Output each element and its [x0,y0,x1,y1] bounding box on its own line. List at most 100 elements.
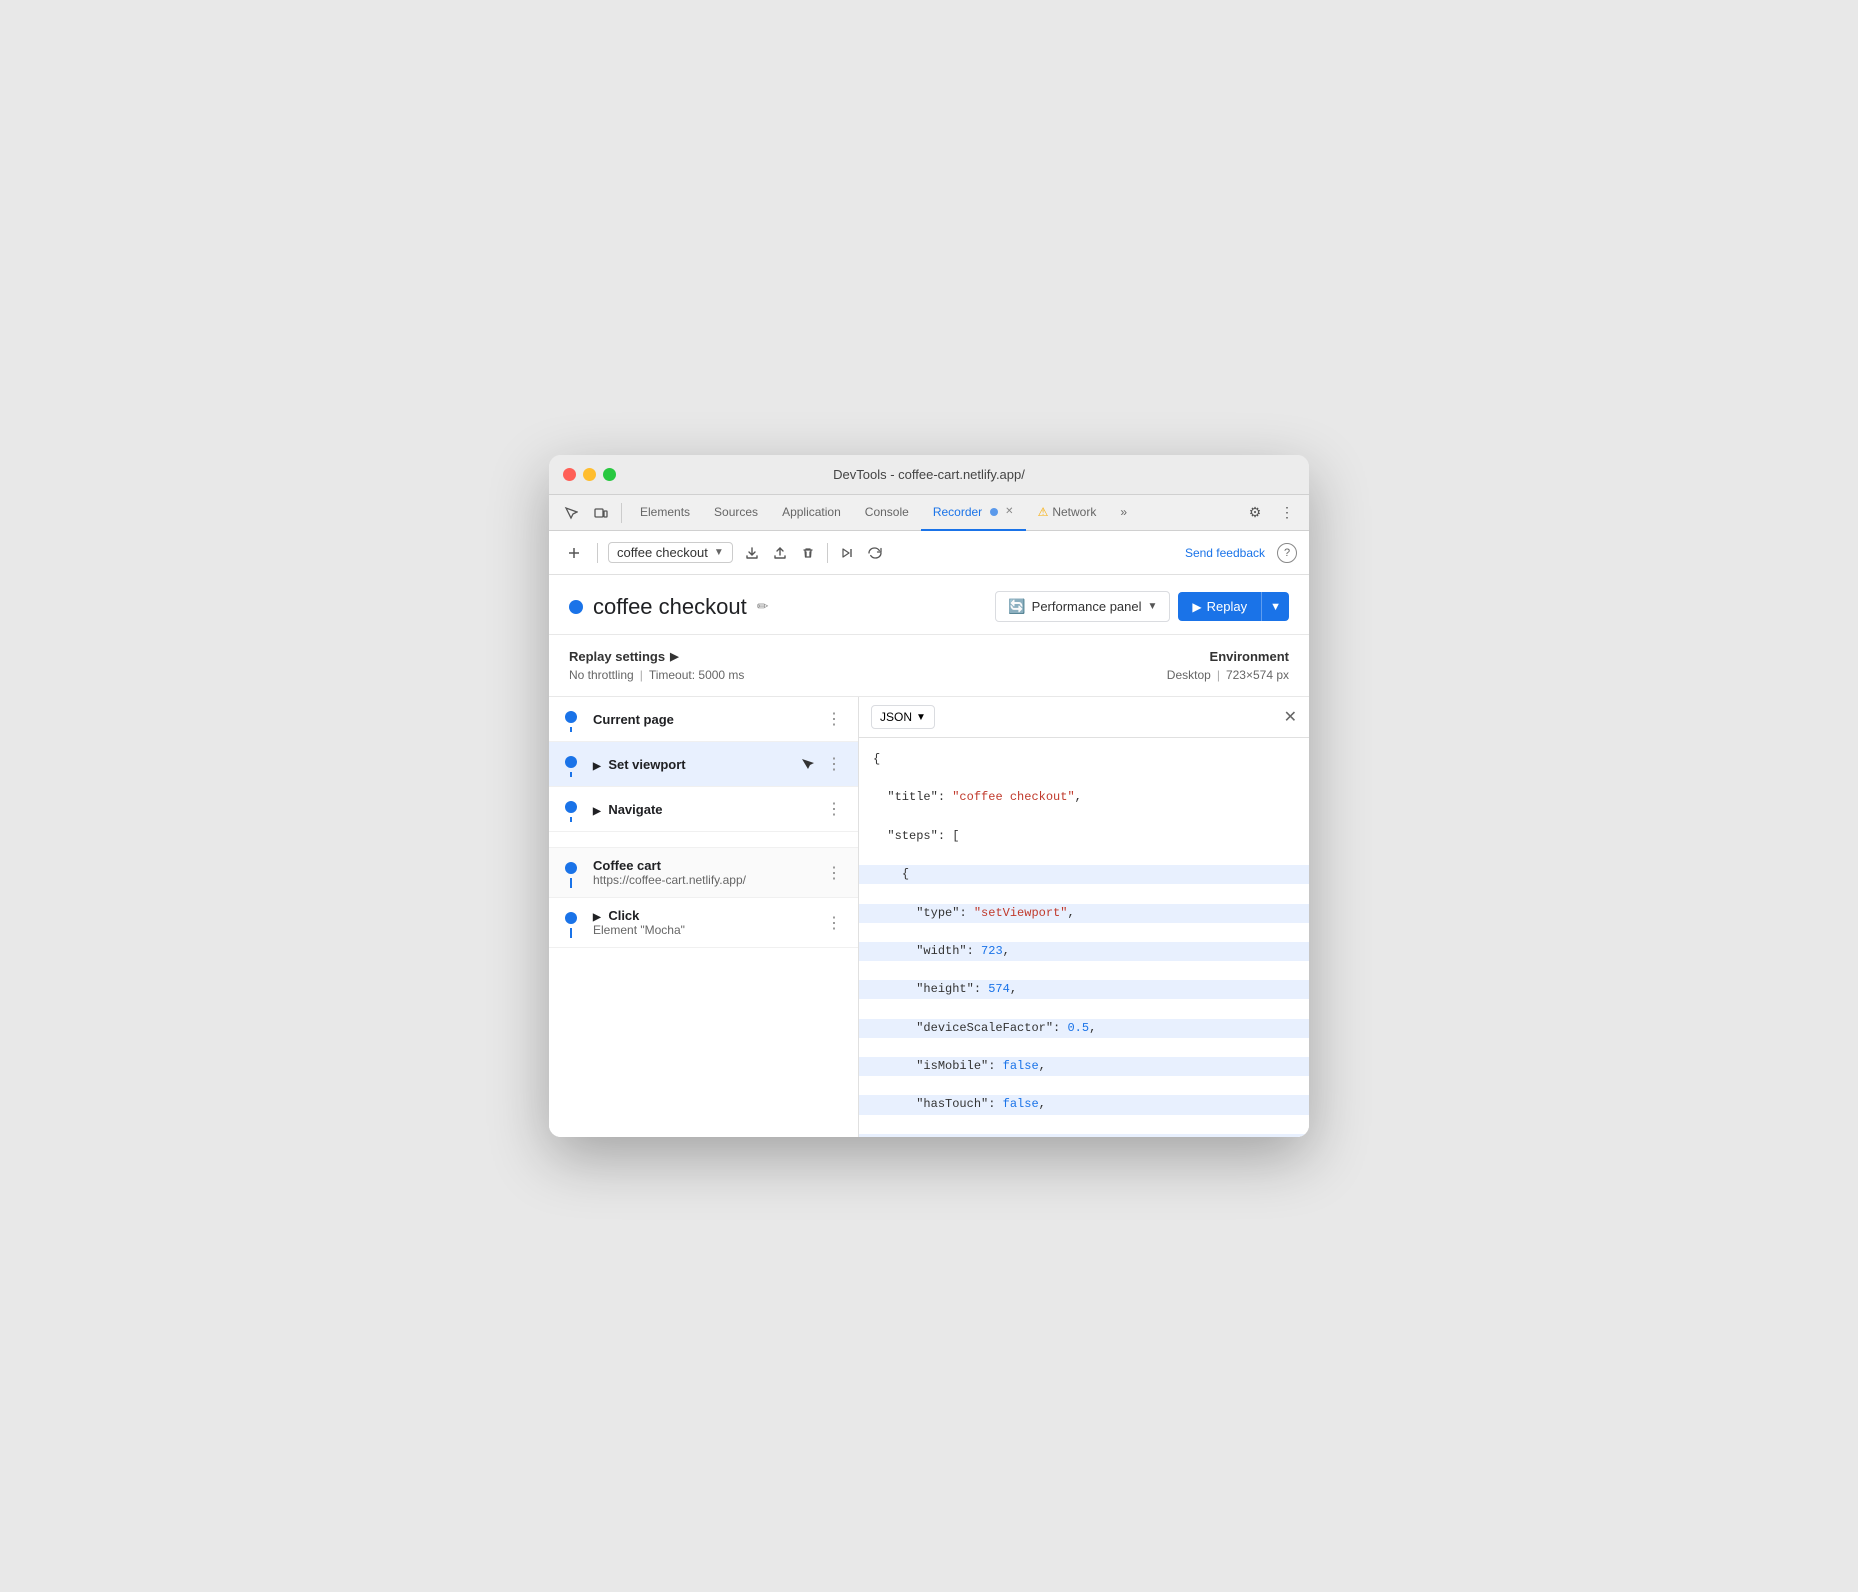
help-icon[interactable]: ? [1277,543,1297,563]
step-more-set-viewport[interactable]: ⋮ [822,752,846,776]
json-panel-close[interactable]: ✕ [1284,707,1297,727]
step-dot-current-page [565,711,577,723]
recording-status-dot [569,600,583,614]
replay-settings-left: Replay settings ▶ No throttling | Timeou… [569,649,744,682]
tabs-list: Elements Sources Application Console Rec… [628,495,1239,530]
environment-section: Environment Desktop | 723×574 px [1167,649,1289,682]
step-line-set-viewport [570,772,572,777]
tab-recorder-close[interactable]: ✕ [1005,506,1013,517]
traffic-lights [563,468,616,481]
minimize-button[interactable] [583,468,596,481]
step-spacer [549,832,858,848]
tab-network[interactable]: ⚠ Network [1026,495,1109,531]
recording-name-dropdown[interactable]: coffee checkout ▼ [608,542,733,563]
settings-icon[interactable]: ⚙ [1241,499,1269,527]
add-recording-button[interactable] [561,540,587,566]
replay-settings-title: Replay settings ▶ [569,649,744,664]
step-connector-set-viewport [549,752,593,776]
import-icon[interactable] [767,540,793,566]
close-button[interactable] [563,468,576,481]
fullscreen-button[interactable] [603,468,616,481]
titlebar: DevTools - coffee-cart.netlify.app/ [549,455,1309,495]
performance-panel-button[interactable]: 🔄 Performance panel ▼ [995,591,1170,622]
send-feedback-link[interactable]: Send feedback [1185,546,1265,560]
selected-recording-name: coffee checkout [617,545,708,560]
tab-elements[interactable]: Elements [628,495,702,531]
step-expand-icon-click[interactable]: ▶ [593,912,601,923]
tab-console[interactable]: Console [853,495,921,531]
devtools-tabs-bar: Elements Sources Application Console Rec… [549,495,1309,531]
step-more-navigate[interactable]: ⋮ [822,797,846,821]
dropdown-arrow-icon: ▼ [714,547,724,558]
step-connector-current-page [549,707,593,731]
json-content: { "title": "coffee checkout", "steps": [… [859,738,1309,1137]
step-current-page[interactable]: Current page ⋮ [549,697,858,742]
edit-title-icon[interactable]: ✏ [757,598,769,615]
step-expand-icon-set-viewport[interactable]: ▶ [593,761,601,772]
recorder-action-icons [739,540,888,566]
json-panel: JSON ▼ ✕ { "title": "coffee checkout", "… [859,697,1309,1137]
settings-bar: Replay settings ▶ No throttling | Timeou… [549,635,1309,697]
json-format-label: JSON [880,710,912,724]
step-click[interactable]: ▶ Click Element "Mocha" ⋮ [549,898,858,948]
step-expand-icon-navigate[interactable]: ▶ [593,806,601,817]
step-through-icon[interactable] [834,540,860,566]
recording-header: coffee checkout ✏ 🔄 Performance panel ▼ … [549,575,1309,635]
step-dot-coffee-cart [565,862,577,874]
tab-sources[interactable]: Sources [702,495,770,531]
step-content-navigate: ▶ Navigate [593,802,822,817]
step-title-click: ▶ Click [593,908,822,923]
delete-recording-icon[interactable] [795,540,821,566]
step-line-click [570,928,572,938]
step-subtitle-coffee-cart: https://coffee-cart.netlify.app/ [593,873,822,887]
step-connector-coffee-cart [549,858,593,887]
recording-title: coffee checkout [593,594,747,620]
step-title-current-page: Current page [593,712,822,727]
step-line-navigate [570,817,572,822]
env-separator: | [1217,668,1220,682]
json-format-select[interactable]: JSON ▼ [871,705,935,729]
environment-title: Environment [1167,649,1289,664]
device-toggle-icon[interactable] [587,499,615,527]
step-navigate[interactable]: ▶ Navigate ⋮ [549,787,858,832]
tab-application[interactable]: Application [770,495,853,531]
throttling-value: No throttling [569,668,634,682]
timeout-value: Timeout: 5000 ms [649,668,745,682]
step-coffee-cart-group[interactable]: Coffee cart https://coffee-cart.netlify.… [549,848,858,898]
export-icon[interactable] [739,540,765,566]
step-connector-click [549,908,593,937]
step-content-click: ▶ Click Element "Mocha" [593,908,822,937]
step-more-coffee-cart[interactable]: ⋮ [822,861,846,885]
step-content-current-page: Current page [593,712,822,727]
step-more-current-page[interactable]: ⋮ [822,707,846,731]
tab-recorder[interactable]: Recorder ✕ [921,495,1026,531]
step-subtitle-click: Element "Mocha" [593,923,822,937]
steps-panel: Current page ⋮ ▶ Set viewport [549,697,859,1137]
step-more-click[interactable]: ⋮ [822,911,846,935]
step-line-current-page [570,727,572,732]
tab-more[interactable]: » [1108,495,1139,531]
replay-label: Replay [1207,599,1247,614]
step-set-viewport[interactable]: ▶ Set viewport ⋮ [549,742,858,787]
replay-dropdown-button[interactable]: ▼ [1261,592,1289,621]
step-title-set-viewport: ▶ Set viewport [593,757,798,772]
environment-details: Desktop | 723×574 px [1167,668,1289,682]
settings-separator: | [640,668,643,682]
devtools-window: DevTools - coffee-cart.netlify.app/ Elem… [549,455,1309,1137]
header-actions: 🔄 Performance panel ▼ ▶ Replay ▼ [995,591,1289,622]
json-format-dropdown-arrow: ▼ [916,712,926,723]
env-size: 723×574 px [1226,668,1289,682]
more-options-icon[interactable]: ⋮ [1273,499,1301,527]
settings-expand-icon[interactable]: ▶ [670,650,678,663]
rec-toolbar-sep1 [597,543,598,563]
replay-continuous-icon[interactable] [862,540,888,566]
toolbar-separator [621,503,622,523]
steps-area: Current page ⋮ ▶ Set viewport [549,697,1309,1137]
step-dot-click [565,912,577,924]
replay-button[interactable]: ▶ Replay [1178,592,1261,621]
cursor-icon[interactable] [557,499,585,527]
recorder-toolbar: coffee checkout ▼ [549,531,1309,575]
performance-panel-label: Performance panel [1032,599,1142,614]
main-content: coffee checkout ✏ 🔄 Performance panel ▼ … [549,575,1309,1137]
step-dot-navigate [565,801,577,813]
